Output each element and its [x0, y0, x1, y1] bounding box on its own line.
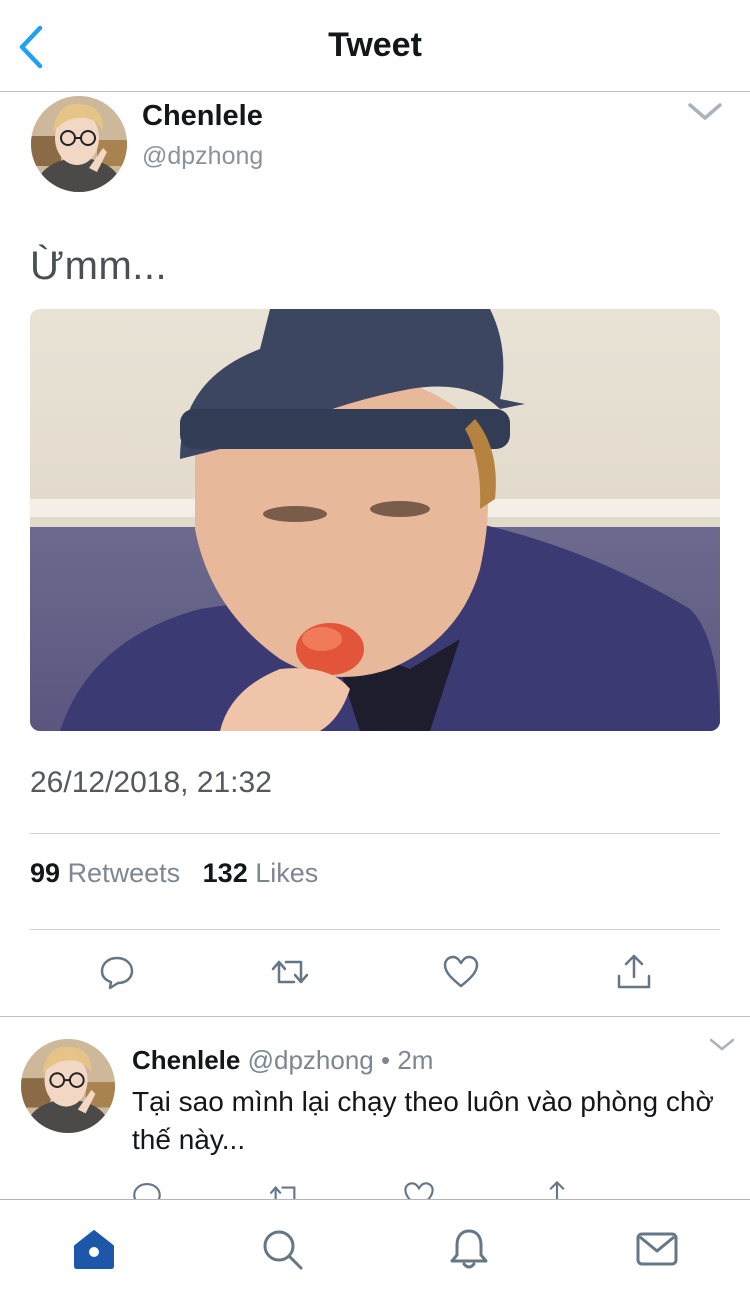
tweet-text: Ừmm... [30, 244, 168, 288]
like-icon[interactable] [441, 952, 481, 992]
likes-count: 132 [202, 858, 248, 888]
divider [30, 833, 720, 834]
likes-stat[interactable]: 132 Likes [203, 858, 319, 888]
reply-author-name[interactable]: Chenlele [132, 1045, 240, 1075]
reply-icon[interactable] [130, 1179, 164, 1199]
nav-bar: Tweet [0, 0, 750, 92]
share-icon[interactable] [614, 952, 654, 992]
notifications-icon[interactable] [446, 1226, 492, 1272]
share-icon[interactable] [540, 1179, 574, 1199]
reply-actions [0, 1179, 750, 1199]
retweet-icon[interactable] [268, 1179, 302, 1199]
divider [30, 929, 720, 930]
messages-icon[interactable] [634, 1226, 680, 1272]
chevron-down-icon[interactable] [708, 1037, 736, 1053]
avatar[interactable] [31, 96, 127, 192]
author-handle[interactable]: @dpzhong [142, 142, 263, 171]
retweets-count: 99 [30, 858, 61, 888]
retweets-stat[interactable]: 99 Retweets [30, 858, 188, 888]
reply-tweet[interactable]: Chenlele @dpzhong • 2m Tại sao mình lại … [0, 1017, 750, 1199]
tweet-stats: 99 Retweets 132 Likes [30, 858, 318, 889]
reply-header: Chenlele @dpzhong • 2m [132, 1045, 433, 1076]
search-icon[interactable] [259, 1226, 305, 1272]
reply-meta: @dpzhong • 2m [247, 1045, 434, 1075]
likes-label: Likes [255, 858, 319, 888]
retweet-icon[interactable] [270, 952, 310, 992]
retweets-label: Retweets [67, 858, 181, 888]
reply-icon[interactable] [97, 952, 137, 992]
page-title: Tweet [328, 26, 422, 64]
like-icon[interactable] [402, 1179, 436, 1199]
tab-bar [0, 1199, 750, 1297]
author-name[interactable]: Chenlele [142, 100, 263, 133]
tweet-photo[interactable] [30, 309, 720, 731]
reply-text: Tại sao mình lại chạy theo luôn vào phòn… [132, 1086, 714, 1155]
tweet-timestamp: 26/12/2018, 21:32 [30, 766, 272, 799]
tweet-actions [0, 952, 750, 1012]
home-icon[interactable] [71, 1226, 117, 1272]
chevron-down-icon[interactable] [686, 100, 724, 124]
avatar[interactable] [21, 1039, 115, 1133]
